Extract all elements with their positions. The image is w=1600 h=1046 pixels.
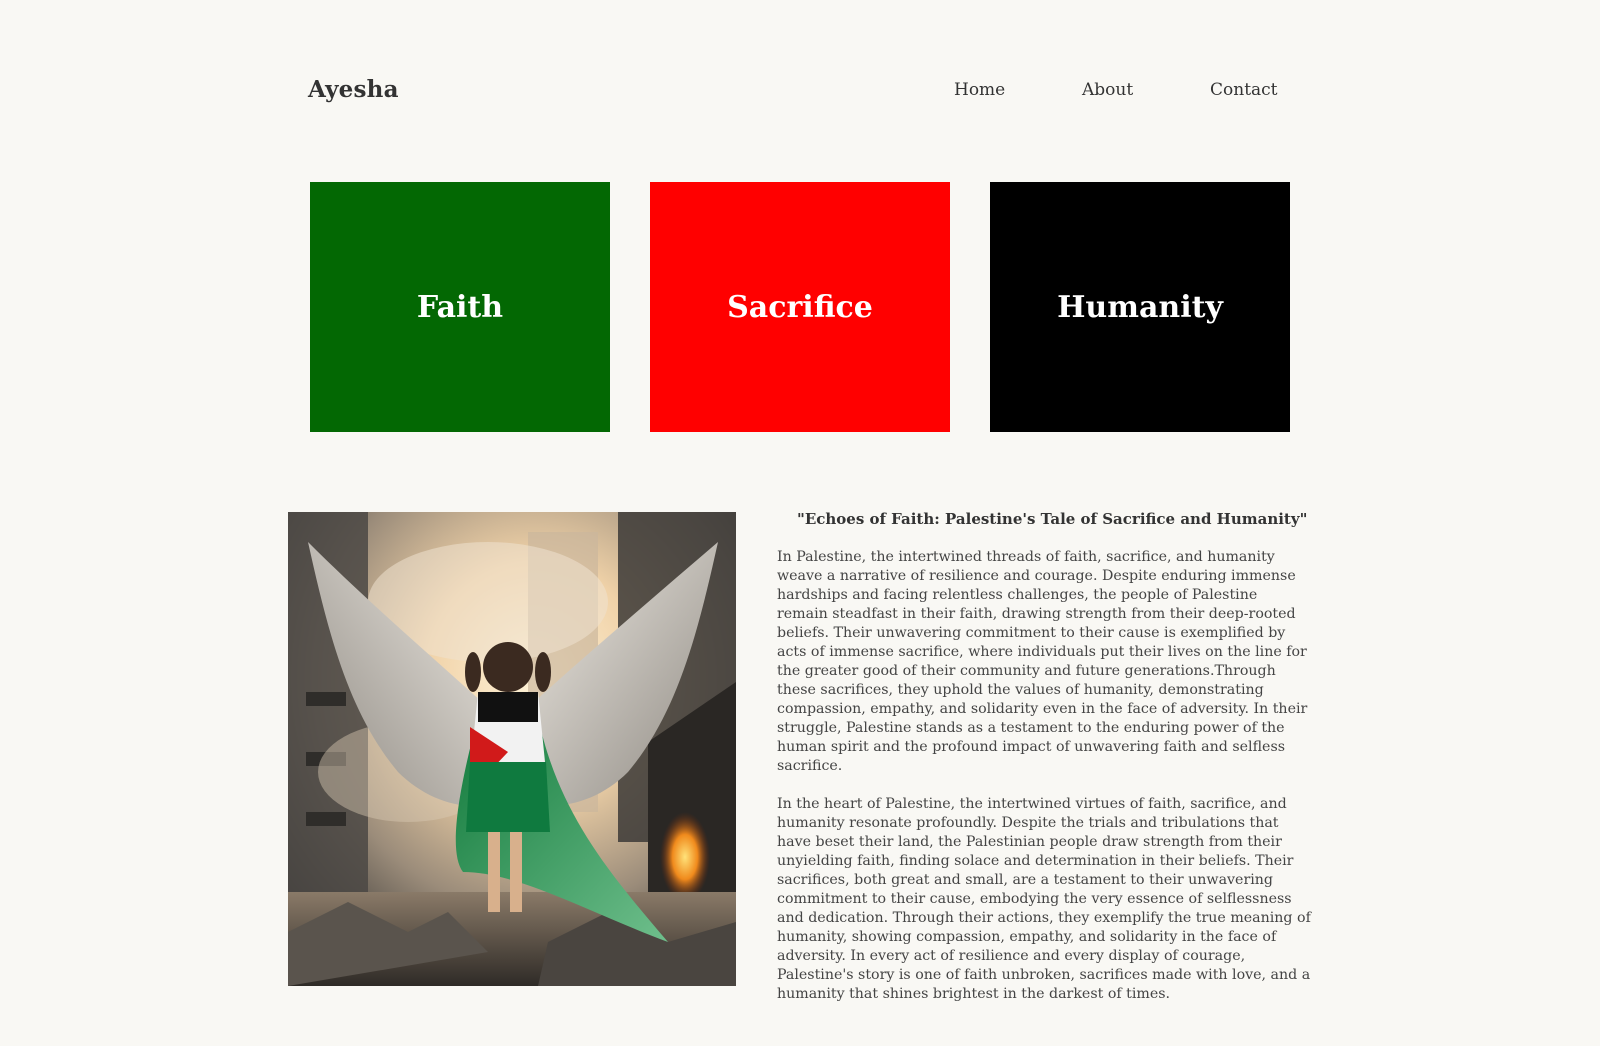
article-title: "Echoes of Faith: Palestine's Tale of Sa… [797, 510, 1308, 528]
article-paragraph-1: In Palestine, the intertwined threads of… [777, 549, 1308, 774]
nav-home-link[interactable]: Home [954, 80, 1005, 100]
hero-illustration [288, 512, 736, 986]
main-nav: Home About Contact [0, 80, 1600, 110]
card-humanity-label: Humanity [1057, 289, 1223, 325]
value-cards: Faith Sacrifice Humanity [0, 182, 1600, 432]
article-paragraph-2: In the heart of Palestine, the intertwin… [777, 796, 1311, 1002]
nav-about-link[interactable]: About [1082, 80, 1133, 100]
card-faith-label: Faith [416, 289, 504, 325]
article: "Echoes of Faith: Palestine's Tale of Sa… [777, 510, 1312, 1023]
card-humanity: Humanity [990, 182, 1290, 432]
site-header: Ayesha Home About Contact [0, 0, 1600, 180]
card-faith: Faith [310, 182, 610, 432]
angel-child-illustration [288, 512, 736, 986]
card-sacrifice: Sacrifice [650, 182, 950, 432]
card-sacrifice-label: Sacrifice [727, 289, 873, 325]
nav-contact-link[interactable]: Contact [1210, 80, 1278, 100]
